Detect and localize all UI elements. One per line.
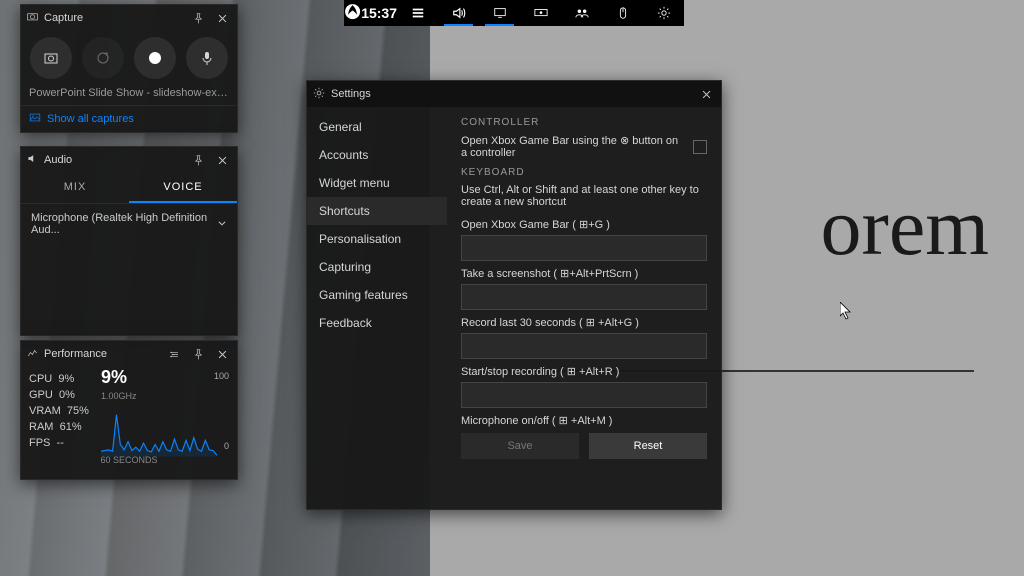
settings-nav-shortcuts[interactable]: Shortcuts [307, 197, 447, 225]
cursor-icon [840, 302, 852, 320]
controller-row-label: Open Xbox Game Bar using the ⊗ button on… [461, 134, 683, 159]
performance-panel: Performance CPU 9% GPU 0% VRAM 75% RAM 6… [20, 340, 238, 480]
pin-icon[interactable] [189, 151, 207, 169]
shortcut-input[interactable] [461, 382, 707, 408]
settings-content: CONTROLLER Open Xbox Game Bar using the … [447, 107, 721, 509]
speaker-small-icon [27, 153, 38, 167]
settings-nav-gaming-features[interactable]: Gaming features [307, 281, 447, 309]
chevron-down-icon[interactable] [217, 218, 227, 231]
perf-big-value: 9% [101, 367, 127, 388]
controller-checkbox[interactable] [693, 140, 707, 154]
speaker-icon[interactable] [438, 0, 479, 26]
shortcut-label: Microphone on/off ( ⊞ +Alt+M ) [461, 414, 707, 427]
save-button[interactable]: Save [461, 433, 579, 459]
settings-nav-widget-menu[interactable]: Widget menu [307, 169, 447, 197]
settings-nav-personalisation[interactable]: Personalisation [307, 225, 447, 253]
mic-button[interactable] [186, 37, 228, 79]
shortcut-label: Record last 30 seconds ( ⊞ +Alt+G ) [461, 316, 707, 329]
settings-nav: GeneralAccountsWidget menuShortcutsPerso… [307, 107, 447, 509]
keyboard-header: KEYBOARD [461, 167, 707, 178]
show-all-captures[interactable]: Show all captures [21, 105, 237, 132]
shortcut-label: Open Xbox Game Bar ( ⊞+G ) [461, 218, 707, 231]
audio-title: Audio [44, 154, 183, 166]
perf-ymin: 0 [224, 441, 229, 451]
shortcut-input[interactable] [461, 235, 707, 261]
xbox-icon[interactable] [344, 3, 361, 23]
shortcut-input[interactable] [461, 284, 707, 310]
display-icon[interactable] [520, 0, 561, 26]
settings-title: Settings [331, 88, 691, 100]
settings-nav-feedback[interactable]: Feedback [307, 309, 447, 337]
perf-chart-svg [101, 389, 217, 457]
pin-icon[interactable] [189, 9, 207, 27]
show-all-label: Show all captures [47, 113, 134, 125]
settings-nav-accounts[interactable]: Accounts [307, 141, 447, 169]
capture-panel: Capture PowerPoint Slide Show - slidesho… [20, 4, 238, 133]
gallery-icon [29, 112, 41, 126]
audio-panel: Audio MIX VOICE Microphone (Realtek High… [20, 146, 238, 336]
shortcut-label: Start/stop recording ( ⊞ +Alt+R ) [461, 365, 707, 378]
capture-title: Capture [44, 12, 183, 24]
mic-device-label: Microphone (Realtek High Definition Aud.… [31, 212, 217, 236]
camera-icon [27, 11, 38, 25]
mouse-icon[interactable] [602, 0, 643, 26]
close-icon[interactable] [697, 85, 715, 103]
close-icon[interactable] [213, 345, 231, 363]
controller-header: CONTROLLER [461, 117, 707, 128]
menu-icon[interactable] [397, 0, 438, 26]
perf-graph: 9% 1.00GHz 100 0 [101, 371, 229, 451]
reset-button[interactable]: Reset [589, 433, 707, 459]
perf-ymax: 100 [214, 371, 229, 381]
shortcut-input[interactable] [461, 333, 707, 359]
close-icon[interactable] [213, 151, 231, 169]
clock: 15:37 [361, 5, 397, 21]
shortcut-label: Take a screenshot ( ⊞+Alt+PrtScrn ) [461, 267, 707, 280]
gear-icon [313, 87, 325, 102]
settings-nav-capturing[interactable]: Capturing [307, 253, 447, 281]
game-bar-top: 15:37 [344, 0, 684, 26]
perf-metrics-list: CPU 9% GPU 0% VRAM 75% RAM 61% FPS -- [29, 371, 95, 451]
chart-icon [27, 347, 38, 361]
record-button[interactable] [134, 37, 176, 79]
gear-icon[interactable] [643, 0, 684, 26]
options-icon[interactable] [165, 345, 183, 363]
group-icon[interactable] [561, 0, 602, 26]
slide-text: orem [821, 180, 989, 274]
tab-voice[interactable]: VOICE [129, 173, 237, 203]
record-last-button[interactable] [82, 37, 124, 79]
pin-icon[interactable] [189, 345, 207, 363]
keyboard-hint: Use Ctrl, Alt or Shift and at least one … [461, 184, 707, 208]
close-icon[interactable] [213, 9, 231, 27]
settings-nav-general[interactable]: General [307, 113, 447, 141]
settings-panel: Settings GeneralAccountsWidget menuShort… [306, 80, 722, 510]
perf-xlabel: 60 SECONDS [21, 455, 237, 469]
monitor-icon[interactable] [479, 0, 520, 26]
screenshot-button[interactable] [30, 37, 72, 79]
tab-mix[interactable]: MIX [21, 173, 129, 203]
capture-subtitle: PowerPoint Slide Show - slideshow-exam..… [21, 87, 237, 105]
perf-title: Performance [44, 348, 159, 360]
